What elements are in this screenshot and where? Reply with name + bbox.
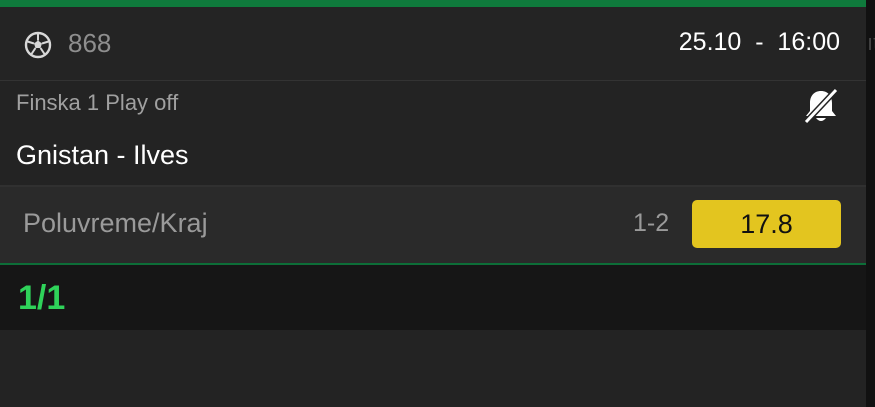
event-header: 868 25.10 - 16:00	[0, 7, 866, 81]
right-edge-strip	[866, 0, 875, 407]
odd-selection: 1-2	[633, 209, 670, 237]
market-label: Poluvreme/Kraj	[23, 208, 208, 238]
league-name: Finska 1 Play off	[16, 90, 179, 115]
market-row: Poluvreme/Kraj 1-2 17.8	[0, 187, 866, 263]
bet-card: 868 25.10 - 16:00 Finska 1 Play off Gnis…	[0, 0, 866, 407]
bell-off-icon[interactable]	[800, 86, 842, 126]
edge-text: ıt	[867, 30, 875, 55]
event-datetime: 25.10 - 16:00	[678, 28, 840, 56]
event-code: 868	[68, 28, 112, 58]
pick-row: 1/1	[0, 263, 866, 330]
top-accent-bar	[0, 0, 866, 7]
match-teams: Gnistan - Ilves	[16, 140, 189, 170]
odd-button[interactable]: 17.8	[692, 200, 841, 248]
soccer-ball-icon	[24, 31, 52, 59]
pick-value: 1/1	[18, 279, 66, 317]
